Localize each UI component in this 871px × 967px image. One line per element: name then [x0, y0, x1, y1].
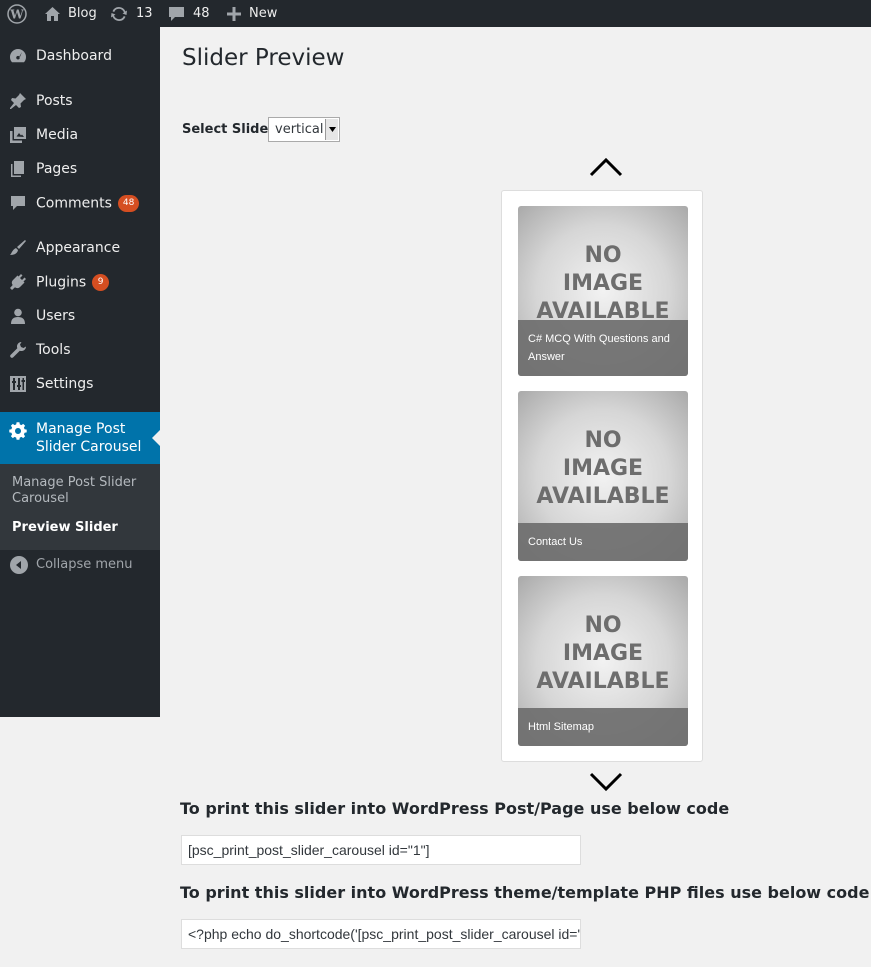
svg-text:W: W [9, 7, 24, 21]
paintbrush-icon [8, 238, 28, 258]
user-icon [8, 306, 28, 326]
slide-caption: C# MCQ With Questions and Answer [518, 320, 688, 376]
sidebar-submenu: Manage Post Slider Carousel Preview Slid… [0, 464, 160, 550]
comments-link[interactable]: 48 [168, 0, 210, 27]
slide-caption: Contact Us [518, 523, 688, 561]
updates-count: 13 [136, 5, 153, 21]
placeholder-line: NO [584, 243, 622, 268]
post-code-heading: To print this slider into WordPress Post… [180, 799, 730, 818]
post-shortcode-field[interactable]: [psc_print_post_slider_carousel id="1"] [181, 835, 581, 865]
admin-sidebar: Dashboard Posts Media Pages Comments 48 A… [0, 27, 160, 717]
collapse-arrow-icon [10, 556, 28, 574]
dashboard-icon [8, 46, 28, 66]
placeholder-line: AVAILABLE [536, 669, 670, 694]
sidebar-item-pages[interactable]: Pages [0, 152, 160, 186]
wrench-icon [8, 340, 28, 360]
slide-item[interactable]: NO IMAGE AVAILABLE Contact Us [518, 391, 688, 561]
slide-item[interactable]: NO IMAGE AVAILABLE C# MCQ With Questions… [518, 206, 688, 376]
sidebar-item-manage-post-slider-carousel[interactable]: Manage Post Slider Carousel [0, 412, 160, 464]
placeholder-line: AVAILABLE [536, 484, 670, 509]
theme-php-code-field[interactable]: <?php echo do_shortcode('[psc_print_post… [181, 919, 581, 949]
updates-icon [110, 5, 128, 23]
slider-up-arrow-icon[interactable] [589, 157, 623, 181]
slide-caption: Html Sitemap [518, 708, 688, 746]
sidebar-item-label: Plugins [36, 274, 87, 290]
select-slider-value: vertical [275, 122, 324, 137]
pushpin-icon [8, 91, 28, 111]
plug-icon [8, 272, 28, 292]
slider-down-arrow-icon[interactable] [589, 772, 623, 796]
chevron-down-icon [325, 119, 338, 140]
site-name-link[interactable]: Blog [44, 0, 97, 27]
placeholder-line: IMAGE [562, 641, 644, 666]
sidebar-item-label-wrap: Comments 48 [36, 194, 140, 212]
placeholder-line: IMAGE [562, 456, 644, 481]
placeholder-line: NO [584, 428, 622, 453]
current-menu-arrow [152, 430, 160, 446]
collapse-menu-button[interactable]: Collapse menu [0, 556, 160, 576]
submenu-item-manage-post-slider-carousel[interactable]: Manage Post Slider Carousel [12, 475, 152, 507]
slide-item[interactable]: NO IMAGE AVAILABLE Html Sitemap [518, 576, 688, 746]
no-image-placeholder: NO IMAGE AVAILABLE [518, 612, 688, 696]
sidebar-item-label: Manage Post Slider Carousel [36, 421, 142, 455]
sidebar-item-media[interactable]: Media [0, 118, 160, 152]
placeholder-line: IMAGE [562, 271, 644, 296]
select-slider-dropdown[interactable]: vertical [268, 117, 340, 142]
vertical-slider: NO IMAGE AVAILABLE C# MCQ With Questions… [501, 190, 703, 762]
theme-code-heading: To print this slider into WordPress them… [180, 883, 870, 902]
sidebar-item-settings[interactable]: Settings [0, 367, 160, 401]
submenu-item-preview-slider[interactable]: Preview Slider [12, 520, 152, 536]
sidebar-item-posts[interactable]: Posts [0, 84, 160, 118]
comments-count-badge: 48 [117, 194, 140, 212]
sidebar-item-label-wrap: Plugins 9 [36, 273, 110, 291]
placeholder-line: NO [584, 613, 622, 638]
new-label: New [249, 5, 278, 21]
comment-icon [8, 193, 28, 213]
sidebar-item-label: Users [36, 308, 76, 324]
no-image-placeholder: NO IMAGE AVAILABLE [518, 242, 688, 326]
sidebar-item-label: Posts [36, 93, 73, 109]
sidebar-item-label: Media [36, 127, 79, 143]
sidebar-item-label: Tools [36, 342, 71, 358]
no-image-placeholder: NO IMAGE AVAILABLE [518, 427, 688, 511]
sidebar-item-appearance[interactable]: Appearance [0, 231, 160, 265]
site-name-label: Blog [68, 5, 97, 21]
wordpress-logo-icon[interactable]: W [7, 0, 27, 27]
sliders-icon [8, 374, 28, 394]
comments-count: 48 [193, 5, 210, 21]
updates-link[interactable]: 13 [110, 0, 153, 27]
plus-icon [227, 6, 241, 21]
plugins-count-badge: 9 [92, 273, 110, 291]
admin-bar: W Blog 13 48 New [0, 0, 871, 27]
page-title: Slider Preview [182, 45, 345, 71]
sidebar-item-tools[interactable]: Tools [0, 333, 160, 367]
pages-icon [8, 159, 28, 179]
new-content-link[interactable]: New [227, 0, 277, 27]
comment-bubble-icon [168, 6, 185, 22]
sidebar-item-users[interactable]: Users [0, 299, 160, 333]
media-icon [8, 125, 28, 145]
sidebar-item-label: Comments [36, 195, 112, 211]
sidebar-item-plugins[interactable]: Plugins 9 [0, 265, 160, 299]
sidebar-item-label: Pages [36, 161, 78, 177]
collapse-menu-label: Collapse menu [36, 557, 133, 572]
sidebar-item-label: Settings [36, 376, 94, 392]
home-icon [44, 6, 61, 22]
gear-icon [8, 421, 28, 441]
sidebar-item-comments[interactable]: Comments 48 [0, 186, 160, 220]
sidebar-item-label: Appearance [36, 240, 121, 256]
sidebar-item-label: Dashboard [36, 48, 112, 64]
sidebar-item-dashboard[interactable]: Dashboard [0, 39, 160, 73]
